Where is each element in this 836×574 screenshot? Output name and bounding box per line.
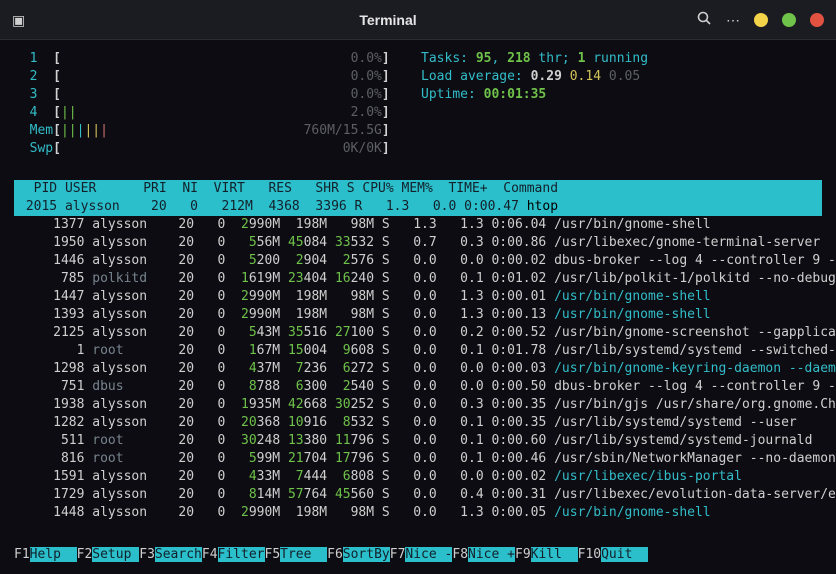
process-row[interactable]: 1282 alysson 20 0 20368 10916 8532 S 0.0… [14,414,822,432]
fkey-F4[interactable]: F4 [202,547,218,562]
fkey-F10[interactable]: F10 [578,547,601,562]
process-row[interactable]: 1729 alysson 20 0 814M 57764 45560 S 0.0… [14,486,822,504]
process-row[interactable]: 1298 alysson 20 0 437M 7236 6272 S 0.0 0… [14,360,822,378]
process-row[interactable]: 1393 alysson 20 0 2990M 198M 98M S 0.0 1… [14,306,822,324]
menu-icon[interactable]: ⋯ [726,11,740,29]
process-table-body[interactable]: 2015 alysson 20 0 212M 4368 3396 R 1.3 0… [14,198,822,522]
minimize-button[interactable] [754,13,768,27]
process-row[interactable]: 511 root 20 0 30248 13380 11796 S 0.0 0.… [14,432,822,450]
cpu-meter-2: 2 [ 0.0%] Load average: 0.29 0.14 0.05 [14,68,822,86]
process-row[interactable]: 1 root 20 0 167M 15004 9608 S 0.0 0.1 0:… [14,342,822,360]
cpu-meter-1: 1 [ 0.0%] Tasks: 95, 218 thr; 1 running [14,50,822,68]
fkey-F6[interactable]: F6 [327,547,343,562]
process-row[interactable]: 1950 alysson 20 0 556M 45084 33532 S 0.7… [14,234,822,252]
process-row[interactable]: 816 root 20 0 599M 21704 17796 S 0.0 0.1… [14,450,822,468]
terminal-app-icon: ▣ [12,11,25,29]
fkey-F3[interactable]: F3 [139,547,155,562]
process-row[interactable]: 1447 alysson 20 0 2990M 198M 98M S 0.0 1… [14,288,822,306]
maximize-button[interactable] [782,13,796,27]
fkey-F8[interactable]: F8 [452,547,468,562]
swp-meter: Swp[ 0K/0K] [14,140,822,158]
close-button[interactable] [810,13,824,27]
fkey-F9[interactable]: F9 [515,547,531,562]
process-row[interactable]: 751 dbus 20 0 8788 6300 2540 S 0.0 0.0 0… [14,378,822,396]
process-row[interactable]: 1591 alysson 20 0 433M 7444 6808 S 0.0 0… [14,468,822,486]
mem-meter: Mem[|||||| 760M/15.5G] [14,122,822,140]
function-key-bar[interactable]: F1Help F2Setup F3SearchF4FilterF5Tree F6… [14,546,836,564]
fkey-F2[interactable]: F2 [77,547,93,562]
cpu-meter-4: 4 [|| 2.0%] [14,104,822,122]
process-row[interactable]: 2125 alysson 20 0 543M 35516 27100 S 0.0… [14,324,822,342]
process-row-selected[interactable]: 2015 alysson 20 0 212M 4368 3396 R 1.3 0… [14,198,822,216]
process-row[interactable]: 1377 alysson 20 0 2990M 198M 98M S 1.3 1… [14,216,822,234]
fkey-F5[interactable]: F5 [265,547,281,562]
process-table-header[interactable]: PID USER PRI NI VIRT RES SHR S CPU% MEM%… [14,180,822,198]
process-row[interactable]: 1938 alysson 20 0 1935M 42668 30252 S 0.… [14,396,822,414]
cpu-meter-3: 3 [ 0.0%] Uptime: 00:01:35 [14,86,822,104]
window-title: Terminal [132,11,644,29]
search-icon[interactable] [696,10,712,30]
window-titlebar: ▣ Terminal ⋯ [0,0,836,40]
process-row[interactable]: 785 polkitd 20 0 1619M 23404 16240 S 0.0… [14,270,822,288]
terminal-content[interactable]: 1 [ 0.0%] Tasks: 95, 218 thr; 1 running … [0,40,836,522]
fkey-F7[interactable]: F7 [390,547,406,562]
fkey-F1[interactable]: F1 [14,547,30,562]
process-row[interactable]: 1446 alysson 20 0 5200 2904 2576 S 0.0 0… [14,252,822,270]
process-row[interactable]: 1448 alysson 20 0 2990M 198M 98M S 0.0 1… [14,504,822,522]
